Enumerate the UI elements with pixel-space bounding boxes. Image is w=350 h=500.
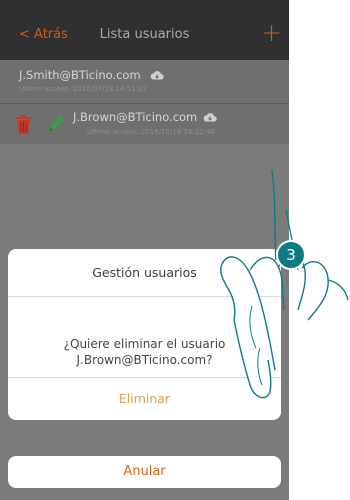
pencil-icon[interactable] [47,113,67,133]
user-email: J.Brown@BTicino.com [73,110,198,124]
cloud-icon [150,71,164,80]
last-access-text: Último acceso: 2016/07/18 14:51:32 [19,85,147,93]
page-title: Lista usuarios [99,27,190,42]
user-email: J.Smith@BTicino.com [19,68,141,82]
last-access-text: Último acceso: 2016/10/18 16:22:46 [87,128,215,136]
cloud-icon [203,113,217,122]
trash-icon[interactable] [16,115,31,134]
user-row-jsmith[interactable]: J.Smith@BTicino.com Último acceso: 2016/… [0,60,289,103]
cancel-button[interactable]: Anular [8,456,281,488]
navigation-bar: < Atrás Lista usuarios + [0,0,289,60]
pointing-hand-illustration [220,170,349,399]
user-row-jbrown[interactable]: J.Brown@BTicino.com Último acceso: 2016/… [0,104,289,144]
step-badge: 3 [276,240,306,270]
add-user-button[interactable]: + [261,19,282,47]
